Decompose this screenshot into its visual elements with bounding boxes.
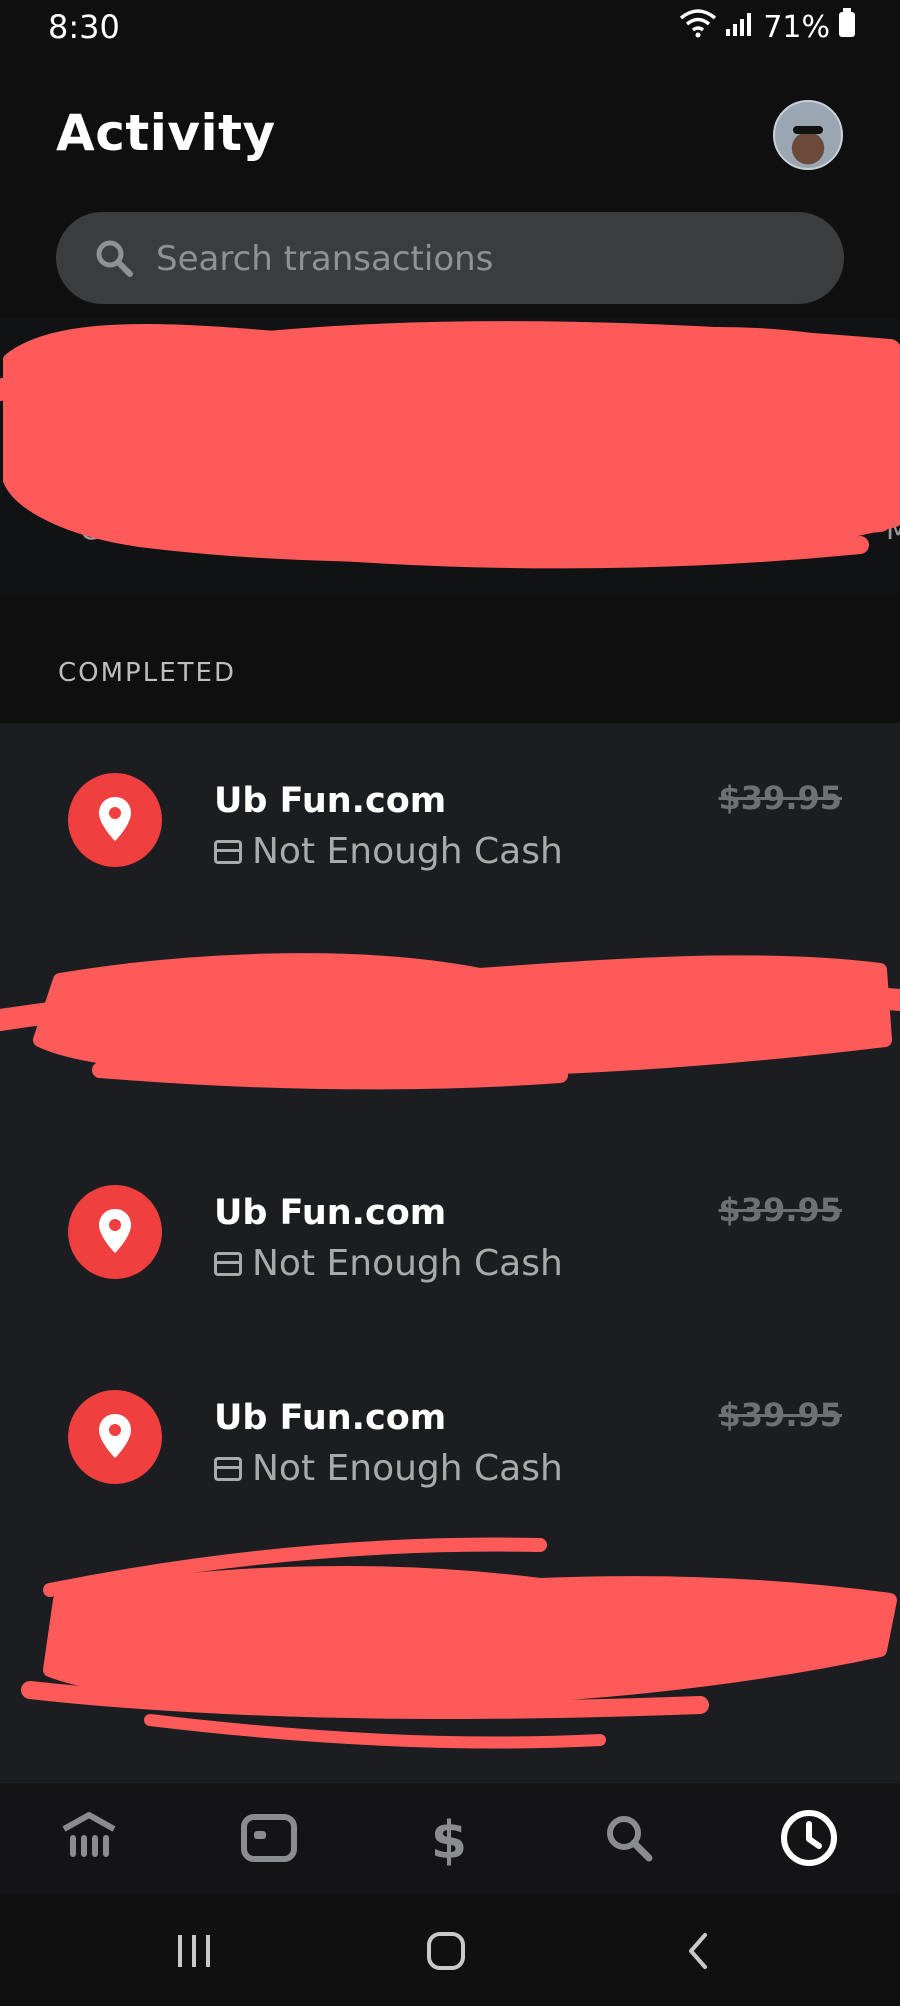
section-header: COMPLETED bbox=[0, 628, 900, 723]
card-icon bbox=[241, 1814, 297, 1862]
contact-label[interactable]: Get $5 bbox=[80, 513, 174, 546]
card-icon bbox=[214, 1456, 242, 1481]
transaction-row[interactable]: Ub Fun.com Not Enough Cash $39.95 bbox=[0, 1175, 900, 1355]
transaction-status: Not Enough Cash bbox=[214, 1448, 563, 1489]
wifi-icon bbox=[679, 8, 717, 46]
transaction-status: Not Enough Cash bbox=[214, 1243, 563, 1284]
tab-card[interactable] bbox=[224, 1793, 314, 1883]
contact-label[interactable]: M bbox=[886, 513, 900, 546]
recents-icon bbox=[178, 1935, 210, 1967]
dollar-icon: $ bbox=[431, 1811, 467, 1868]
contact-label[interactable]: Spotify bbox=[470, 513, 567, 546]
system-nav-bar bbox=[0, 1893, 900, 2006]
transaction-name: Ub Fun.com bbox=[214, 1193, 447, 1233]
recents-button[interactable] bbox=[164, 1923, 224, 1979]
transaction-name: Ub Fun.com bbox=[214, 1398, 447, 1438]
transaction-amount: $39.95 bbox=[718, 779, 842, 817]
avatar[interactable] bbox=[773, 100, 843, 170]
transaction-amount: $39.95 bbox=[718, 1396, 842, 1434]
section-label: COMPLETED bbox=[58, 658, 236, 688]
transaction-status: Not Enough Cash bbox=[214, 831, 563, 872]
clock-icon bbox=[781, 1810, 837, 1866]
tab-bar: $ bbox=[0, 1783, 900, 1893]
search-icon bbox=[96, 240, 133, 277]
signal-icon bbox=[725, 10, 755, 45]
transaction-status-text: Not Enough Cash bbox=[252, 831, 563, 872]
tab-activity[interactable] bbox=[764, 1793, 854, 1883]
header: Activity bbox=[0, 60, 900, 210]
home-button[interactable] bbox=[416, 1923, 476, 1979]
tab-banking[interactable] bbox=[44, 1793, 134, 1883]
battery-percent: 71% bbox=[763, 9, 830, 45]
back-icon bbox=[689, 1933, 707, 1969]
transaction-row[interactable]: Ub Fun.com Not Enough Cash $39.95 bbox=[0, 1380, 900, 1560]
back-button[interactable] bbox=[668, 1923, 728, 1979]
recent-contacts: Get $5 Kimberly Spotify M bbox=[0, 318, 900, 593]
status-time: 8:30 bbox=[48, 8, 120, 46]
avatar-glasses bbox=[793, 126, 823, 134]
transaction-list: Ub Fun.com Not Enough Cash $39.95 Ub Fun… bbox=[0, 723, 900, 1783]
contact-label[interactable]: Kimberly bbox=[270, 513, 394, 546]
battery-icon bbox=[838, 8, 856, 46]
transaction-amount: $39.95 bbox=[718, 1191, 842, 1229]
status-icons: 71% bbox=[679, 8, 856, 46]
search-bar[interactable] bbox=[56, 212, 844, 306]
status-bar: 8:30 71% bbox=[0, 0, 900, 60]
card-icon bbox=[214, 839, 242, 864]
home-icon bbox=[427, 1932, 465, 1970]
svg-text:$: $ bbox=[431, 1811, 467, 1868]
transaction-status-text: Not Enough Cash bbox=[252, 1448, 563, 1489]
tab-discover[interactable] bbox=[584, 1793, 674, 1883]
location-pin-icon bbox=[68, 773, 162, 867]
bank-icon bbox=[62, 1812, 116, 1857]
transaction-status-text: Not Enough Cash bbox=[252, 1243, 563, 1284]
search-icon bbox=[607, 1816, 653, 1862]
card-icon bbox=[214, 1251, 242, 1276]
transaction-name: Ub Fun.com bbox=[214, 781, 447, 821]
tab-pay[interactable]: $ bbox=[404, 1793, 494, 1883]
page-title: Activity bbox=[56, 104, 276, 162]
transaction-row[interactable]: Ub Fun.com Not Enough Cash $39.95 bbox=[0, 763, 900, 943]
search-input[interactable] bbox=[154, 212, 818, 306]
location-pin-icon bbox=[68, 1390, 162, 1484]
location-pin-icon bbox=[68, 1185, 162, 1279]
